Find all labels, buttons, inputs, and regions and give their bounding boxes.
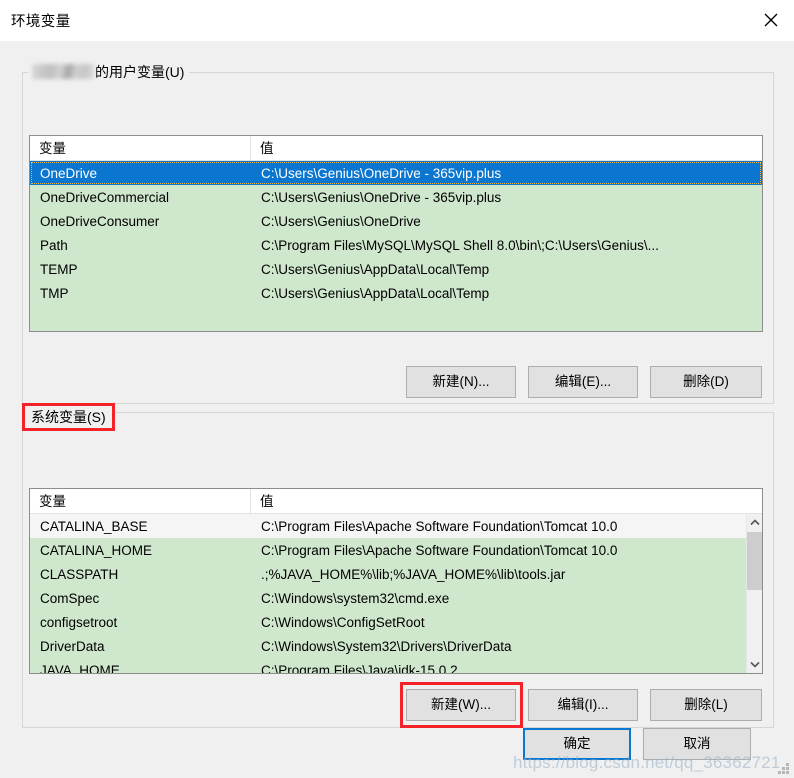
variable-value: C:\Windows\ConfigSetRoot (261, 614, 425, 630)
variable-value: C:\Users\Genius\OneDrive - 365vip.plus (261, 189, 502, 205)
variable-name: configsetroot (40, 614, 118, 630)
variable-value: .;%JAVA_HOME%\lib;%JAVA_HOME%\lib\tools.… (261, 566, 566, 582)
variable-name: TEMP (40, 261, 78, 277)
table-row[interactable]: JAVA_HOME C:\Program Files\Java\jdk-15.0… (30, 658, 746, 674)
system-list-scrollbar[interactable] (746, 514, 762, 673)
user-delete-button[interactable]: 删除(D) (650, 366, 762, 398)
table-row[interactable]: TMP C:\Users\Genius\AppData\Local\Temp (30, 281, 762, 305)
table-row[interactable]: OneDriveCommercial C:\Users\Genius\OneDr… (30, 185, 762, 209)
close-button[interactable] (748, 0, 794, 40)
table-row[interactable]: CATALINA_BASE C:\Program Files\Apache So… (30, 514, 746, 538)
variable-value: C:\Windows\System32\Drivers\DriverData (261, 638, 512, 654)
system-edit-button[interactable]: 编辑(I)... (528, 689, 638, 721)
variable-name: JAVA_HOME (40, 662, 120, 674)
variable-value: C:\Users\Genius\AppData\Local\Temp (261, 261, 490, 277)
variable-value: C:\Users\Genius\OneDrive - 365vip.plus (261, 165, 502, 181)
cancel-button[interactable]: 取消 (643, 728, 751, 760)
system-column-header-value[interactable]: 值 (251, 489, 762, 513)
variable-name: OneDriveCommercial (40, 189, 170, 205)
title-bar: 环境变量 (0, 0, 794, 41)
close-icon (763, 12, 779, 28)
variable-value: C:\Program Files\Apache Software Foundat… (261, 518, 618, 534)
table-row[interactable]: ComSpec C:\Windows\system32\cmd.exe (30, 586, 746, 610)
table-row[interactable]: OneDriveConsumer C:\Users\Genius\OneDriv… (30, 209, 762, 233)
user-variables-legend-text: 的用户变量(U) (95, 64, 185, 80)
user-column-header-value[interactable]: 值 (251, 136, 762, 160)
chevron-up-icon[interactable] (747, 514, 762, 531)
scrollbar-thumb[interactable] (747, 532, 762, 590)
user-variables-legend: 的用户变量(U) (28, 63, 190, 81)
user-list-rows: OneDrive C:\Users\Genius\OneDrive - 365v… (30, 161, 762, 331)
user-list-header: 变量 值 (30, 136, 762, 161)
variable-name: CLASSPATH (40, 566, 119, 582)
chevron-down-icon[interactable] (747, 656, 762, 673)
variable-name: Path (40, 237, 68, 253)
table-row[interactable]: configsetroot C:\Windows\ConfigSetRoot (30, 610, 746, 634)
variable-value: C:\Program Files\Java\jdk-15.0.2 (261, 662, 458, 674)
dialog-body: 的用户变量(U) 变量 值 OneDrive C:\Users\Genius\O… (0, 41, 794, 778)
system-variables-list[interactable]: 变量 值 CATALINA_BASE C:\Program Files\Apac… (29, 488, 763, 674)
table-row[interactable]: OneDrive C:\Users\Genius\OneDrive - 365v… (30, 161, 762, 185)
variable-name: DriverData (40, 638, 105, 654)
user-edit-button[interactable]: 编辑(E)... (528, 366, 638, 398)
system-variables-legend: 系统变量(S) (22, 403, 115, 431)
system-new-button[interactable]: 新建(W)... (406, 689, 516, 721)
variable-value: C:\Program Files\MySQL\MySQL Shell 8.0\b… (261, 237, 659, 253)
variable-name: CATALINA_BASE (40, 518, 148, 534)
table-row[interactable]: TEMP C:\Users\Genius\AppData\Local\Temp (30, 257, 762, 281)
table-row[interactable]: DriverData C:\Windows\System32\Drivers\D… (30, 634, 746, 658)
resize-grip[interactable] (778, 763, 790, 775)
user-column-header-name[interactable]: 变量 (30, 136, 251, 160)
redacted-username (32, 64, 94, 79)
variable-name: TMP (40, 285, 69, 301)
user-new-button[interactable]: 新建(N)... (406, 366, 516, 398)
variable-value: C:\Users\Genius\AppData\Local\Temp (261, 285, 490, 301)
system-delete-button[interactable]: 删除(L) (650, 689, 762, 721)
variable-name: CATALINA_HOME (40, 542, 153, 558)
system-list-header: 变量 值 (30, 489, 762, 514)
table-row[interactable]: Path C:\Program Files\MySQL\MySQL Shell … (30, 233, 762, 257)
ok-button[interactable]: 确定 (523, 728, 631, 760)
variable-name: OneDrive (40, 165, 98, 181)
system-list-rows: CATALINA_BASE C:\Program Files\Apache So… (30, 514, 746, 673)
system-column-header-name[interactable]: 变量 (30, 489, 251, 513)
user-variables-list[interactable]: 变量 值 OneDrive C:\Users\Genius\OneDrive -… (29, 135, 763, 332)
window-title: 环境变量 (11, 13, 71, 30)
table-row[interactable]: CATALINA_HOME C:\Program Files\Apache So… (30, 538, 746, 562)
table-row[interactable]: CLASSPATH .;%JAVA_HOME%\lib;%JAVA_HOME%\… (30, 562, 746, 586)
variable-value: C:\Program Files\Apache Software Foundat… (261, 542, 618, 558)
variable-value: C:\Users\Genius\OneDrive (261, 213, 421, 229)
variable-value: C:\Windows\system32\cmd.exe (261, 590, 450, 606)
variable-name: OneDriveConsumer (40, 213, 160, 229)
variable-name: ComSpec (40, 590, 100, 606)
